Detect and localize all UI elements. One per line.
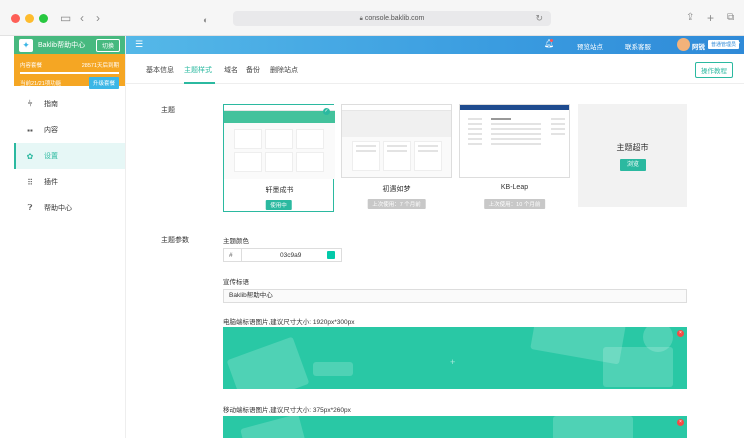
desktop-banner-image[interactable]: + ×	[223, 327, 687, 389]
active-tab-indicator	[184, 82, 215, 84]
theme-params-label: 主题参数	[161, 237, 189, 244]
close-window-button[interactable]	[11, 14, 20, 23]
crosshair-icon: +	[450, 357, 456, 367]
theme-thumbnail	[459, 104, 570, 178]
tabs-overview-icon[interactable]: ⧉	[727, 10, 734, 26]
theme-status-badge: 上次使用：10 个月前	[483, 199, 546, 209]
role-badge: 普通管理员	[708, 40, 740, 49]
tab-theme-style[interactable]: 主题样式	[184, 65, 212, 75]
brand-bar: ✦ Baklib帮助中心 切换	[14, 36, 125, 54]
minimize-window-button[interactable]	[25, 14, 34, 23]
preview-site-link[interactable]: 预览站点	[577, 41, 603, 51]
gear-icon: ✿	[26, 151, 34, 161]
theme-color-value: 03c9a9	[280, 252, 302, 259]
remove-image-icon[interactable]: ×	[677, 419, 684, 426]
forward-icon[interactable]: ›	[96, 10, 100, 26]
slogan-label: 宣传标语	[223, 279, 249, 286]
browse-themes-button[interactable]: 浏览	[620, 159, 646, 171]
privacy-icon[interactable]: ◐	[203, 12, 208, 28]
plan-usage-bar	[20, 72, 119, 74]
apps-icon: ⠿	[27, 177, 33, 187]
theme-status-badge: 使用中	[265, 200, 292, 210]
sidebar-item-label: 插件	[44, 179, 58, 186]
slogan-input[interactable]: Baklib帮助中心	[223, 289, 687, 303]
theme-color-field[interactable]: # 03c9a9	[223, 248, 342, 262]
plan-usage: 当前21/21项功能	[20, 81, 62, 87]
theme-color-label: 主题颜色	[223, 238, 249, 245]
settings-tabs: 基本信息 主题样式 域名 备份 删除站点 操作教程	[126, 54, 744, 84]
lock-icon: 🔒︎	[359, 16, 363, 22]
remove-image-icon[interactable]: ×	[677, 330, 684, 337]
browser-chrome: ▭ ‹ › ◐ 🔒︎ console.baklib.com ↻ ⇪ + ⧉	[0, 0, 744, 36]
theme-card-xuanmo[interactable]: ✓ 轩墨成书 使用中	[223, 104, 335, 212]
plan-expiry: 28571天后到期	[81, 63, 119, 69]
theme-card-kb-leap[interactable]: KB-Leap 上次使用：10 个月前	[459, 104, 570, 212]
theme-market-card: 主题超市 浏览	[578, 104, 687, 207]
sidebar-item-content[interactable]: ▪▪ 内容	[14, 117, 125, 143]
plan-panel: 内容套餐 28571天后到期 当前21/21项功能 升级套餐	[14, 54, 125, 89]
upgrade-plan-button[interactable]: 升级套餐	[88, 77, 119, 89]
theme-market-title: 主题超市	[616, 143, 649, 152]
tab-domain[interactable]: 域名	[224, 65, 238, 75]
tab-basic-info[interactable]: 基本信息	[146, 65, 174, 75]
check-icon: ✓	[323, 108, 330, 115]
sidebar-item-label: 内容	[44, 127, 58, 134]
theme-name: 初遇如梦	[382, 186, 411, 193]
theme-card-chuyu[interactable]: 初遇如梦 上次使用：7 个月前	[341, 104, 452, 212]
user-name[interactable]: 阿锐	[692, 41, 705, 51]
sidebar-item-label: 帮助中心	[44, 205, 72, 212]
contact-support-link[interactable]: 联系客服	[625, 41, 651, 51]
notification-dot	[550, 39, 553, 42]
sidebar-nav: ⫩ 指南 ▪▪ 内容 ✿ 设置 ⠿ 插件 ❓︎ 帮助中心	[14, 91, 125, 221]
sidebar-item-label: 指南	[44, 101, 58, 108]
theme-name: 轩墨成书	[265, 187, 294, 194]
sidebar-item-label: 设置	[44, 153, 58, 160]
maximize-window-button[interactable]	[39, 14, 48, 23]
bird-logo-icon: ✦	[19, 38, 33, 52]
address-bar[interactable]: 🔒︎ console.baklib.com ↻	[233, 11, 551, 26]
tutorial-button[interactable]: 操作教程	[695, 62, 733, 78]
new-tab-icon[interactable]: +	[707, 10, 714, 26]
menu-icon[interactable]: ☰	[135, 39, 143, 50]
sidebar: ✦ Baklib帮助中心 切换 内容套餐 28571天后到期 当前21/21项功…	[14, 36, 126, 438]
sidebar-item-settings[interactable]: ✿ 设置	[14, 143, 125, 169]
switch-site-button[interactable]: 切换	[95, 38, 120, 52]
theme-status-badge: 上次使用：7 个月前	[367, 199, 426, 209]
sidebar-toggle-icon[interactable]: ▭	[60, 10, 71, 26]
desktop-banner-label: 电脑端标语图片,建议尺寸大小: 1920px*300px	[223, 319, 355, 326]
mobile-banner-image[interactable]: ×	[223, 416, 687, 438]
plan-name: 内容套餐	[20, 63, 43, 69]
tab-delete-site[interactable]: 删除站点	[270, 65, 298, 75]
grid-icon: ▪▪	[27, 125, 33, 135]
chevron-down-icon[interactable]: ▼	[736, 41, 741, 47]
hash-prefix: #	[229, 252, 233, 259]
theme-thumbnail	[341, 104, 452, 178]
top-bar: ☰ 🔔︎ 预览站点 联系客服 阿锐 普通管理员 ▼	[126, 36, 744, 54]
theme-label: 主题	[161, 107, 175, 114]
theme-thumbnail	[224, 105, 335, 179]
sidebar-item-help-center[interactable]: ❓︎ 帮助中心	[14, 195, 125, 221]
share-icon[interactable]: ⇪	[686, 10, 694, 26]
back-icon[interactable]: ‹	[80, 10, 84, 26]
reload-icon[interactable]: ↻	[535, 11, 543, 26]
theme-name: KB-Leap	[500, 184, 529, 191]
mobile-banner-label: 移动端标语图片,建议尺寸大小: 375px*260px	[223, 407, 351, 414]
avatar[interactable]	[677, 38, 690, 51]
sliders-icon: ⫩	[27, 99, 33, 108]
sidebar-item-plugins[interactable]: ⠿ 插件	[14, 169, 125, 195]
help-icon: ❓︎	[27, 203, 33, 212]
brand-name: Baklib帮助中心	[38, 42, 86, 49]
url-text: console.baklib.com	[364, 15, 425, 22]
tab-backup[interactable]: 备份	[246, 65, 260, 75]
sidebar-item-guide[interactable]: ⫩ 指南	[14, 91, 125, 117]
color-swatch[interactable]	[327, 251, 335, 259]
